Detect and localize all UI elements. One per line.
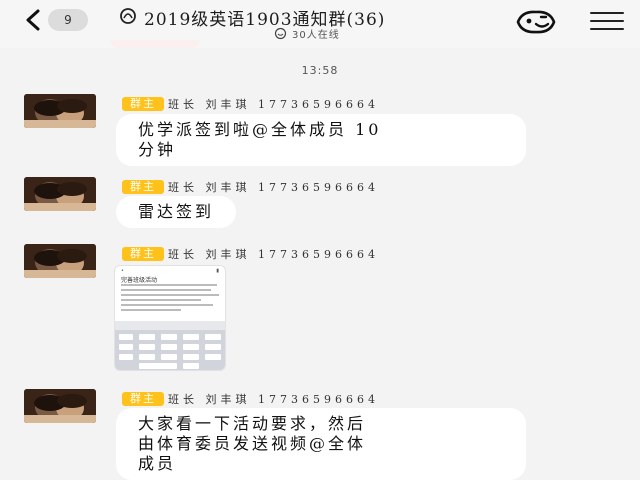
do-not-disturb-icon <box>120 8 136 24</box>
online-count: 30人在线 <box>292 30 340 41</box>
sender-row: 群主 班长 刘丰琪 17736596664 <box>122 243 379 262</box>
screenshot-heading: 完善班级活动 <box>121 277 158 284</box>
message-bubble[interactable]: 雷达签到 <box>116 196 237 228</box>
sender-name[interactable]: 班长 刘丰琪 17736596664 <box>168 391 379 407</box>
image-message[interactable]: • ▮ 完善班级活动 <box>114 265 226 371</box>
sender-row: 群主 班长 刘丰琪 17736596664 <box>122 176 379 195</box>
chat-title: 2019级英语1903通知群(36) <box>144 10 386 30</box>
hamburger-menu-icon <box>590 12 624 30</box>
sender-name[interactable]: 班长 刘丰琪 17736596664 <box>168 96 379 112</box>
avatar[interactable] <box>24 389 96 423</box>
chat-header: 9 2019级英语1903通知群(36) 30人在线 <box>0 0 640 48</box>
online-status-icon <box>274 27 287 40</box>
chevron-left-icon <box>26 9 40 31</box>
sender-row: 群主 班长 刘丰琪 17736596664 <box>122 93 379 112</box>
screenshot-status-icons: ▮ <box>216 268 219 274</box>
sender-name[interactable]: 班长 刘丰琪 17736596664 <box>168 246 379 262</box>
message-timestamp: 13:58 <box>301 64 339 77</box>
message-text-line: 成员 <box>138 454 177 473</box>
group-owner-badge: 群主 <box>122 96 164 111</box>
menu-button[interactable] <box>590 12 624 34</box>
group-cheer-button[interactable] <box>512 8 560 36</box>
message-text-line: 雷达签到 <box>138 202 215 221</box>
screenshot-status-time: • <box>121 268 124 274</box>
message-text-line: 由体育委员发送视频@全体 <box>138 434 367 453</box>
avatar[interactable] <box>24 244 96 278</box>
avatar[interactable] <box>24 94 96 128</box>
avatar[interactable] <box>24 177 96 211</box>
sender-name[interactable]: 班长 刘丰琪 17736596664 <box>168 179 379 195</box>
sender-row: 群主 班长 刘丰琪 17736596664 <box>122 388 379 407</box>
back-button[interactable]: 9 <box>22 6 96 34</box>
chat-title-area[interactable]: 2019级英语1903通知群(36) 30人在线 <box>118 4 508 44</box>
message-bubble[interactable]: 大家看一下活动要求，然后 由体育委员发送视频@全体 成员 <box>116 408 526 480</box>
unread-count-badge: 9 <box>48 9 88 31</box>
message-bubble[interactable]: 优学派签到啦@全体成员 10 分钟 <box>116 114 526 166</box>
group-cheer-icon <box>516 10 556 34</box>
message-text-line: 优学派签到啦@全体成员 10 <box>138 120 382 139</box>
group-owner-badge: 群主 <box>122 246 164 261</box>
group-owner-badge: 群主 <box>122 391 164 406</box>
group-owner-badge: 群主 <box>122 179 164 194</box>
message-text-line: 大家看一下活动要求，然后 <box>138 414 367 433</box>
message-text-line: 分钟 <box>138 140 177 159</box>
screenshot-keyboard <box>115 321 225 370</box>
